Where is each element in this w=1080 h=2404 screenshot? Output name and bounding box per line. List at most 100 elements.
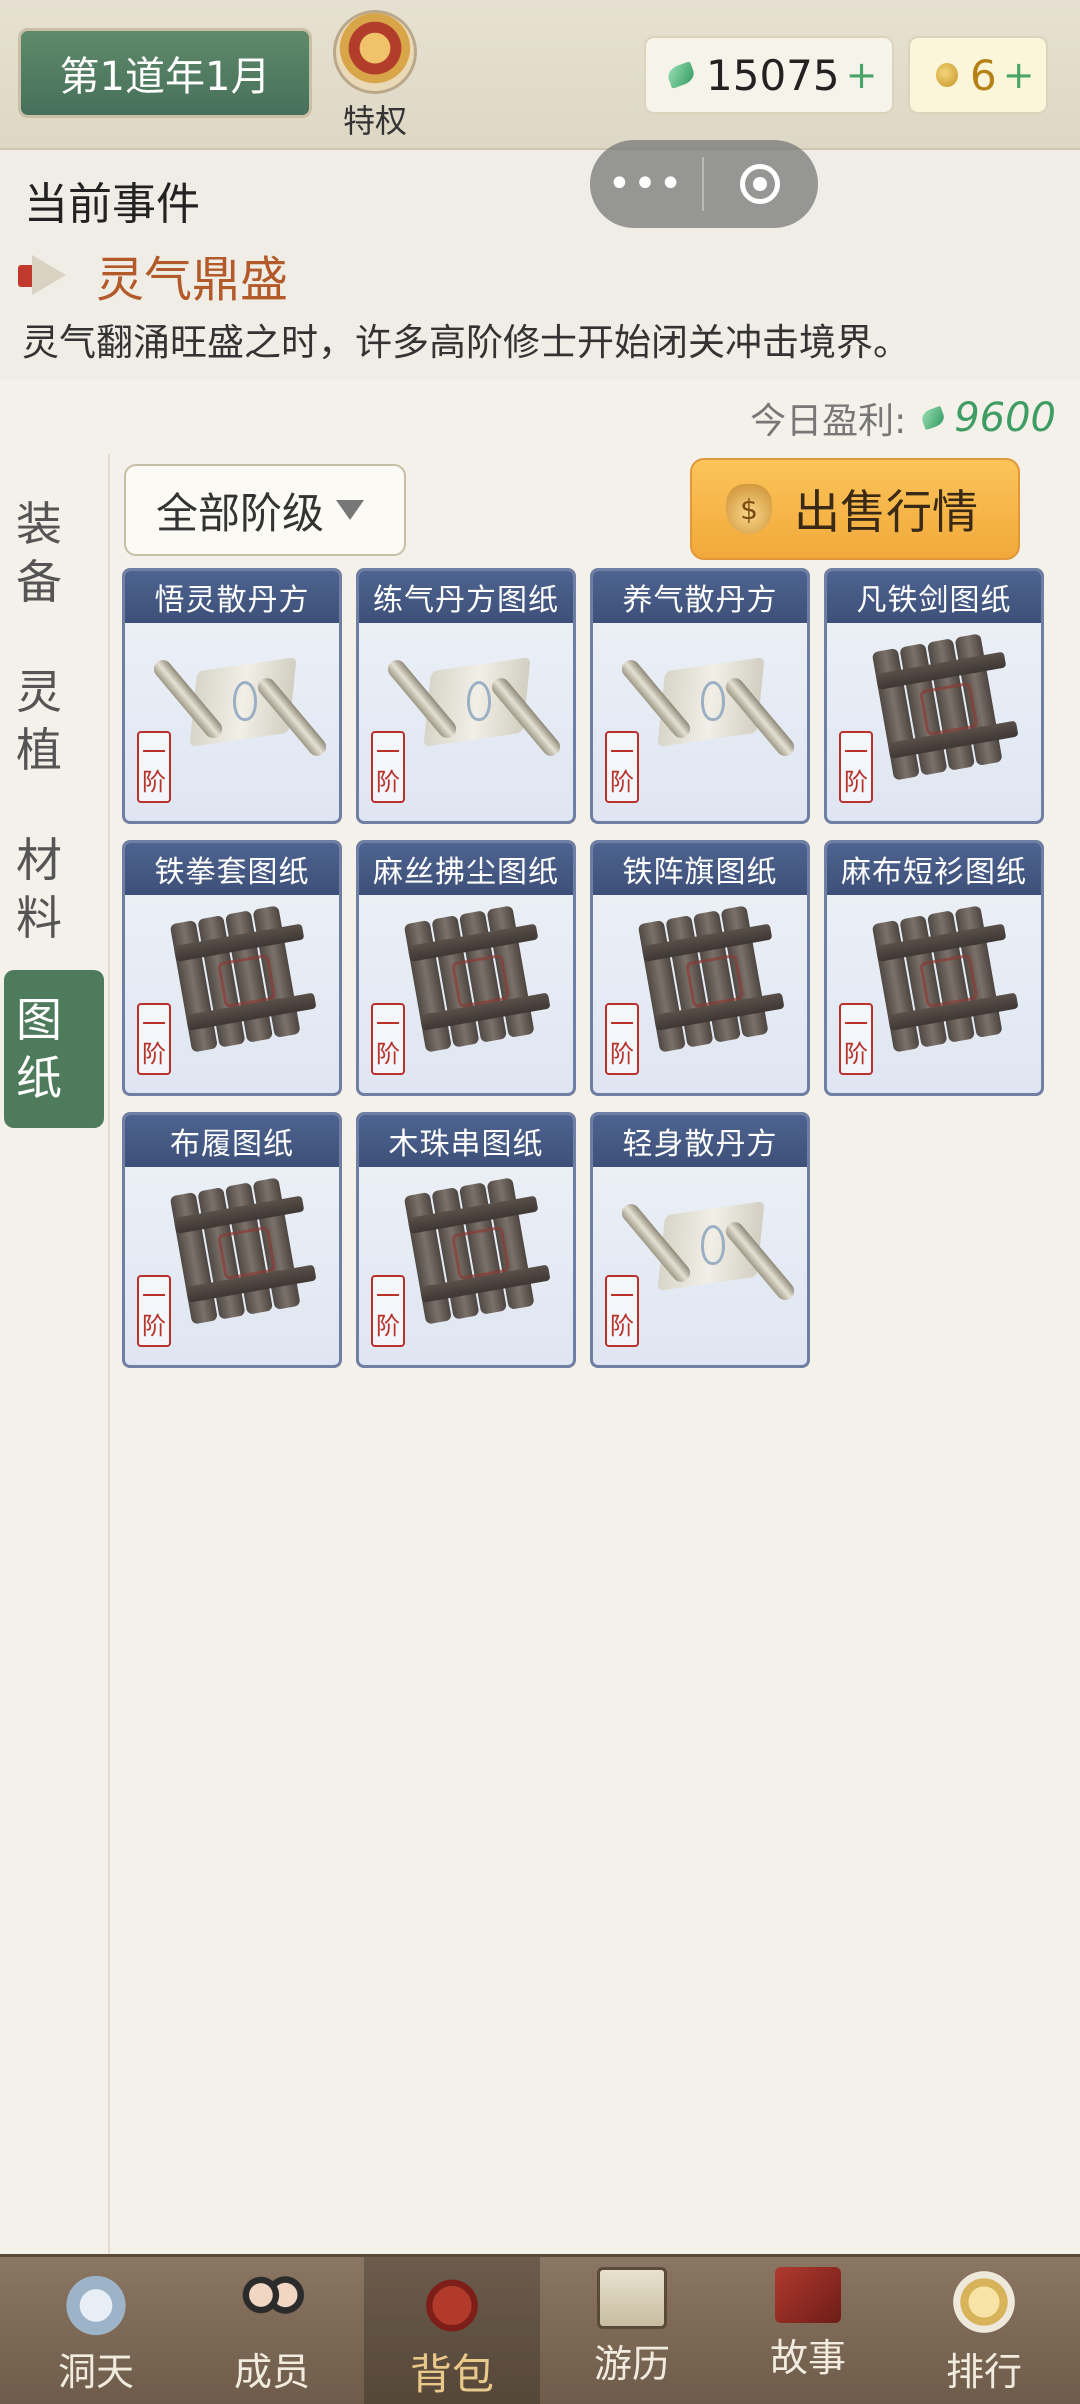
bag-icon: [415, 2267, 489, 2337]
item-card[interactable]: 木珠串图纸一 阶: [356, 1112, 576, 1368]
nav-label: 背包: [409, 2350, 494, 2399]
nav-label: 成员: [233, 2350, 310, 2394]
item-name: 轻身散丹方: [593, 1115, 807, 1167]
item-card[interactable]: 养气散丹方一 阶: [590, 568, 810, 824]
tab-equipment[interactable]: 装 备: [4, 474, 104, 632]
item-name: 悟灵散丹方: [125, 571, 339, 623]
jade-currency[interactable]: 15075 +: [644, 36, 894, 114]
event-description: 灵气翻涌旺盛之时，许多高阶修士开始闭关冲击境界。: [22, 321, 910, 364]
recipe-scroll-icon: [384, 637, 564, 787]
sell-market-button[interactable]: $ 出售行情: [690, 458, 1020, 560]
tier-badge: 一 阶: [605, 731, 639, 803]
event-name-row: 灵气鼎盛: [18, 240, 288, 310]
profit-value: 9600: [954, 395, 1056, 441]
item-name: 铁拳套图纸: [125, 843, 339, 895]
privilege-button[interactable]: 特权: [330, 10, 420, 140]
item-card[interactable]: 铁拳套图纸一 阶: [122, 840, 342, 1096]
item-name: 铁阵旗图纸: [593, 843, 807, 895]
nav-label: 故事: [769, 2336, 846, 2380]
nav-item-bag[interactable]: 背包: [364, 2257, 540, 2404]
tab-materials[interactable]: 材 料: [4, 810, 104, 968]
event-name: 灵气鼎盛: [96, 252, 289, 308]
privilege-medal-icon: [333, 10, 417, 94]
filter-label: 全部阶级: [156, 488, 325, 538]
tier-badge: 一 阶: [371, 731, 405, 803]
jade-icon: [665, 61, 697, 89]
item-card[interactable]: 练气丹方图纸一 阶: [356, 568, 576, 824]
add-coin-button[interactable]: +: [1003, 53, 1035, 97]
item-card[interactable]: 麻丝拂尘图纸一 阶: [356, 840, 576, 1096]
tier-badge: 一 阶: [371, 1003, 405, 1075]
story-book-icon: [775, 2267, 841, 2323]
current-event-panel: 当前事件 灵气鼎盛 灵气翻涌旺盛之时，许多高阶修士开始闭关冲击境界。: [0, 150, 1080, 380]
tier-badge: 一 阶: [839, 1003, 873, 1075]
tier-badge: 一 阶: [605, 1275, 639, 1347]
top-bar: 第1道年1月 特权 15075 + 6 +: [0, 0, 1080, 150]
wooden-blueprint-icon: [165, 1177, 317, 1331]
coin-icon: [936, 63, 958, 87]
tab-blueprints[interactable]: 图 纸: [4, 970, 104, 1128]
tier-badge: 一 阶: [371, 1275, 405, 1347]
item-card[interactable]: 布履图纸一 阶: [122, 1112, 342, 1368]
tab-spirit-plants[interactable]: 灵 植: [4, 642, 104, 800]
tier-badge: 一 阶: [137, 1003, 171, 1075]
nav-item-rank[interactable]: 排行: [896, 2257, 1072, 2404]
close-miniprogram-button[interactable]: [704, 164, 816, 204]
miniprogram-capsule: •••: [590, 140, 818, 228]
item-name: 凡铁剑图纸: [827, 571, 1041, 623]
nav-item-cave[interactable]: 洞天: [8, 2257, 184, 2404]
cave-icon: [59, 2267, 133, 2337]
item-card[interactable]: 凡铁剑图纸一 阶: [824, 568, 1044, 824]
tier-badge: 一 阶: [137, 1275, 171, 1347]
date-button[interactable]: 第1道年1月: [18, 28, 312, 118]
category-sidebar: 装 备 灵 植 材 料 图 纸: [0, 454, 110, 2254]
sell-market-label: 出售行情: [794, 485, 978, 539]
nav-item-story-book[interactable]: 故事: [720, 2257, 896, 2404]
item-name: 练气丹方图纸: [359, 571, 573, 623]
jade-icon: [919, 405, 947, 431]
coin-amount: 6: [970, 50, 997, 100]
today-profit: 今日盈利: 9600: [750, 392, 1056, 444]
item-card[interactable]: 麻布短衫图纸一 阶: [824, 840, 1044, 1096]
recipe-scroll-icon: [618, 637, 798, 787]
tier-badge: 一 阶: [137, 731, 171, 803]
profit-label: 今日盈利:: [750, 401, 907, 442]
more-menu-button[interactable]: •••: [590, 164, 702, 204]
nav-label: 游历: [593, 2342, 670, 2386]
nav-label: 洞天: [57, 2350, 134, 2394]
item-name: 木珠串图纸: [359, 1115, 573, 1167]
recipe-scroll-icon: [150, 637, 330, 787]
privilege-label: 特权: [342, 102, 407, 140]
nav-item-members[interactable]: 成员: [184, 2257, 360, 2404]
item-card[interactable]: 轻身散丹方一 阶: [590, 1112, 810, 1368]
nav-label: 排行: [945, 2350, 1022, 2394]
bottom-nav: 洞天 成员 背包 游历 故事 排行: [0, 2254, 1080, 2404]
recipe-scroll-icon: [618, 1181, 798, 1331]
rank-icon: [947, 2267, 1021, 2337]
item-card[interactable]: 悟灵散丹方一 阶: [122, 568, 342, 824]
item-card[interactable]: 铁阵旗图纸一 阶: [590, 840, 810, 1096]
wooden-blueprint-icon: [867, 905, 1019, 1059]
wooden-blueprint-icon: [867, 633, 1019, 787]
item-name: 麻布短衫图纸: [827, 843, 1041, 895]
wooden-blueprint-icon: [633, 905, 785, 1059]
target-icon: [740, 164, 780, 204]
tier-filter-dropdown[interactable]: 全部阶级: [124, 464, 406, 556]
item-name: 布履图纸: [125, 1115, 339, 1167]
jade-amount: 15075: [706, 50, 840, 100]
coin-currency[interactable]: 6 +: [908, 36, 1048, 114]
add-jade-button[interactable]: +: [846, 53, 878, 97]
wooden-blueprint-icon: [399, 1177, 551, 1331]
wooden-blueprint-icon: [165, 905, 317, 1059]
tier-badge: 一 阶: [605, 1003, 639, 1075]
item-name: 养气散丹方: [593, 571, 807, 623]
members-icon: [235, 2267, 309, 2337]
wooden-blueprint-icon: [399, 905, 551, 1059]
megaphone-icon: [18, 253, 76, 297]
tier-badge: 一 阶: [839, 731, 873, 803]
money-bag-icon: $: [726, 484, 772, 534]
nav-item-travel-map[interactable]: 游历: [544, 2257, 720, 2404]
item-name: 麻丝拂尘图纸: [359, 843, 573, 895]
travel-map-icon: [597, 2267, 667, 2329]
dropdown-triangle-icon: [336, 500, 365, 520]
